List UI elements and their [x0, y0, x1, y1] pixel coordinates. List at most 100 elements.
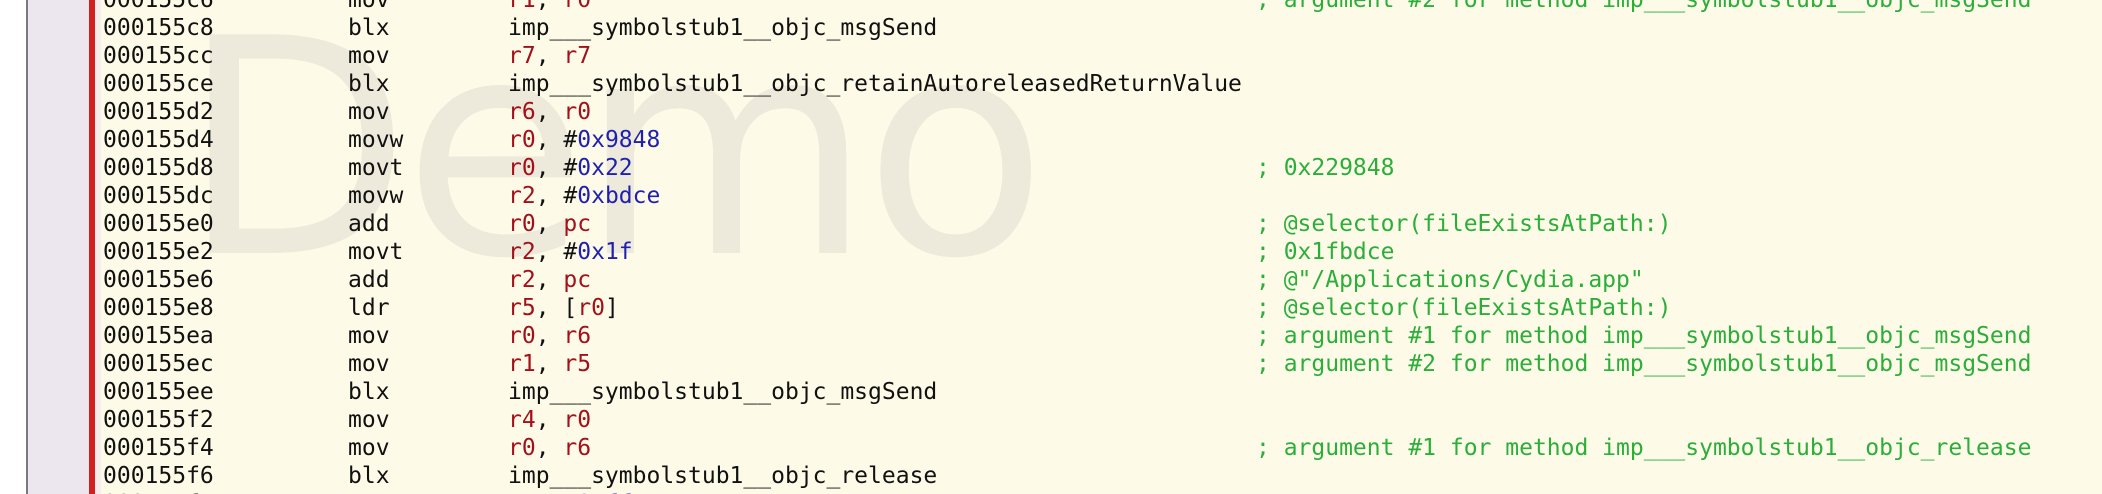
instruction-operands[interactable]: r5, [r0] — [508, 294, 619, 322]
register-operand[interactable]: r0 — [508, 155, 536, 181]
instruction-row[interactable]: 000155cc mov r7, r7 — [0, 42, 2102, 70]
instruction-operands[interactable]: r4, r0 — [508, 406, 591, 434]
instruction-row[interactable]: 000155ea mov r0, r6 ; argument #1 for metho… — [0, 322, 2102, 350]
instruction-comment[interactable]: ; argument #1 for method imp___symbolstu… — [1256, 322, 2031, 350]
instruction-mnemonic[interactable]: add — [348, 266, 390, 294]
register-operand[interactable]: r5 — [563, 351, 591, 377]
instruction-comment[interactable]: ; @selector(fileExistsAtPath:) — [1256, 294, 1671, 322]
instruction-address[interactable]: 000155d4 — [103, 126, 214, 154]
instruction-address[interactable]: 000155c6 — [103, 0, 214, 14]
instruction-row[interactable]: 000155ec mov r1, r5 ; argument #2 for metho… — [0, 350, 2102, 378]
instruction-row[interactable]: 000155dc movw r2, #0xbdce — [0, 182, 2102, 210]
instruction-comment[interactable]: ; 0x1fbdce — [1256, 238, 1394, 266]
instruction-operands[interactable]: r2, #0xbdce — [508, 182, 660, 210]
instruction-row[interactable]: 000155d2 mov r6, r0 — [0, 98, 2102, 126]
instruction-row[interactable]: 000155f4 mov r0, r6 ; argument #1 for metho… — [0, 434, 2102, 462]
instruction-address[interactable]: 000155ec — [103, 350, 214, 378]
instruction-mnemonic[interactable]: movt — [348, 154, 403, 182]
register-operand[interactable]: r0 — [563, 407, 591, 433]
instruction-operands[interactable]: r6, r0 — [508, 98, 591, 126]
instruction-comment[interactable]: ; @"/Applications/Cydia.app" — [1256, 266, 1644, 294]
register-operand[interactable]: r0 — [508, 435, 536, 461]
instruction-address[interactable]: 000155d2 — [103, 98, 214, 126]
operand-text[interactable]: imp___symbolstub1__objc_retainAutoreleas… — [508, 71, 1242, 97]
register-operand[interactable]: pc — [563, 267, 591, 293]
instruction-operands[interactable]: r0, r6 — [508, 322, 591, 350]
instruction-mnemonic[interactable]: mov — [348, 42, 390, 70]
instruction-mnemonic[interactable]: mov — [348, 406, 390, 434]
instruction-address[interactable]: 000155e8 — [103, 294, 214, 322]
instruction-comment[interactable]: ; argument #1 for method imp___symbolstu… — [1256, 434, 2031, 462]
register-operand[interactable]: r4 — [508, 407, 536, 433]
register-operand[interactable]: r7 — [508, 43, 536, 69]
register-operand[interactable]: r1 — [508, 0, 536, 13]
register-operand[interactable]: r1 — [508, 351, 536, 377]
register-operand[interactable]: r0 — [563, 0, 591, 13]
register-operand[interactable]: r2 — [508, 239, 536, 265]
instruction-row[interactable]: 000155e8 ldr r5, [r0] ; @selector(fileExist… — [0, 294, 2102, 322]
instruction-operands[interactable]: r1, r0 — [508, 0, 591, 14]
instruction-mnemonic[interactable]: blx — [348, 70, 390, 98]
instruction-row[interactable]: 000155ce blx imp___symbolstub1__objc_retai… — [0, 70, 2102, 98]
instruction-address[interactable]: 000155f2 — [103, 406, 214, 434]
register-operand[interactable]: r0 — [508, 211, 536, 237]
instruction-address[interactable]: 000155e6 — [103, 266, 214, 294]
disassembly-view[interactable]: Demo 000155c6 mov r1, r0; argument #2 for … — [0, 0, 2102, 494]
instruction-row[interactable]: 000155ee blx imp___symbolstub1__objc_msgSe… — [0, 378, 2102, 406]
instruction-row[interactable]: 000155d4 movw r0, #0x9848 — [0, 126, 2102, 154]
instruction-address[interactable]: 000155f4 — [103, 434, 214, 462]
instruction-address[interactable]: 000155fa — [103, 490, 214, 494]
instruction-mnemonic[interactable]: mov — [348, 0, 390, 14]
instruction-mnemonic[interactable]: blx — [348, 14, 390, 42]
instruction-mnemonic[interactable]: blx — [348, 378, 390, 406]
instruction-address[interactable]: 000155e0 — [103, 210, 214, 238]
instruction-operands[interactable]: r2, pc — [508, 266, 591, 294]
immediate-operand[interactable]: 0x1f — [577, 239, 632, 265]
instruction-listing[interactable]: 000155c6 mov r1, r0 ; argument #2 for metho… — [0, 0, 2102, 494]
instruction-mnemonic[interactable]: add — [348, 210, 390, 238]
instruction-operands[interactable]: r0, pc — [508, 210, 591, 238]
register-operand[interactable]: r6 — [563, 435, 591, 461]
instruction-mnemonic[interactable]: movw — [348, 126, 403, 154]
instruction-address[interactable]: 000155d8 — [103, 154, 214, 182]
register-operand[interactable]: r5 — [508, 295, 536, 321]
instruction-mnemonic[interactable]: mov — [348, 434, 390, 462]
instruction-row[interactable]: 000155e6 add r2, pc ; @"/Applications/Cydia… — [0, 266, 2102, 294]
instruction-comment[interactable]: ; @selector(fileExistsAtPath:) — [1256, 210, 1671, 238]
instruction-address[interactable]: 000155f6 — [103, 462, 214, 490]
register-operand[interactable]: r6 — [563, 323, 591, 349]
instruction-address[interactable]: 000155ea — [103, 322, 214, 350]
operand-text[interactable]: imp___symbolstub1__objc_msgSend — [508, 379, 937, 405]
instruction-row[interactable]: 000155c6 mov r1, r0 ; argument #2 for metho… — [0, 0, 2102, 14]
instruction-operands[interactable]: r0, #0x9848 — [508, 126, 660, 154]
instruction-row[interactable]: 000155e2 movt r2, #0x1f ; 0x1fbdce — [0, 238, 2102, 266]
instruction-mnemonic[interactable]: mov — [348, 350, 390, 378]
instruction-mnemonic[interactable]: movw — [348, 182, 403, 210]
register-operand[interactable]: pc — [563, 211, 591, 237]
immediate-operand[interactable]: 0x22 — [577, 155, 632, 181]
instruction-operands[interactable]: imp___symbolstub1__objc_retainAutoreleas… — [508, 70, 1242, 98]
instruction-address[interactable]: 000155e2 — [103, 238, 214, 266]
register-operand[interactable]: r2 — [508, 267, 536, 293]
register-operand[interactable]: r0 — [563, 99, 591, 125]
instruction-operands[interactable]: r2, #0x1f — [508, 238, 633, 266]
instruction-operands[interactable]: imp___symbolstub1__objc_release — [508, 462, 937, 490]
instruction-comment[interactable]: ; argument #2 for method imp___symbolstu… — [1256, 0, 2031, 14]
instruction-mnemonic[interactable]: movt — [348, 238, 403, 266]
instruction-row[interactable]: 000155fa movw r1, #0xff — [0, 490, 2102, 494]
immediate-operand[interactable]: 0xbdce — [577, 183, 660, 209]
register-operand[interactable]: r0 — [508, 323, 536, 349]
instruction-operands[interactable]: imp___symbolstub1__objc_msgSend — [508, 378, 937, 406]
instruction-mnemonic[interactable]: mov — [348, 322, 390, 350]
instruction-operands[interactable]: r0, r6 — [508, 434, 591, 462]
instruction-mnemonic[interactable]: mov — [348, 98, 390, 126]
instruction-operands[interactable]: r1, #0xff — [508, 490, 633, 494]
instruction-row[interactable]: 000155c8 blx imp___symbolstub1__objc_msgSe… — [0, 14, 2102, 42]
instruction-mnemonic[interactable]: blx — [348, 462, 390, 490]
register-operand[interactable]: r7 — [563, 43, 591, 69]
instruction-row[interactable]: 000155f2 mov r4, r0 — [0, 406, 2102, 434]
register-operand[interactable]: r6 — [508, 99, 536, 125]
instruction-mnemonic[interactable]: ldr — [348, 294, 390, 322]
instruction-operands[interactable]: r1, r5 — [508, 350, 591, 378]
instruction-operands[interactable]: r7, r7 — [508, 42, 591, 70]
